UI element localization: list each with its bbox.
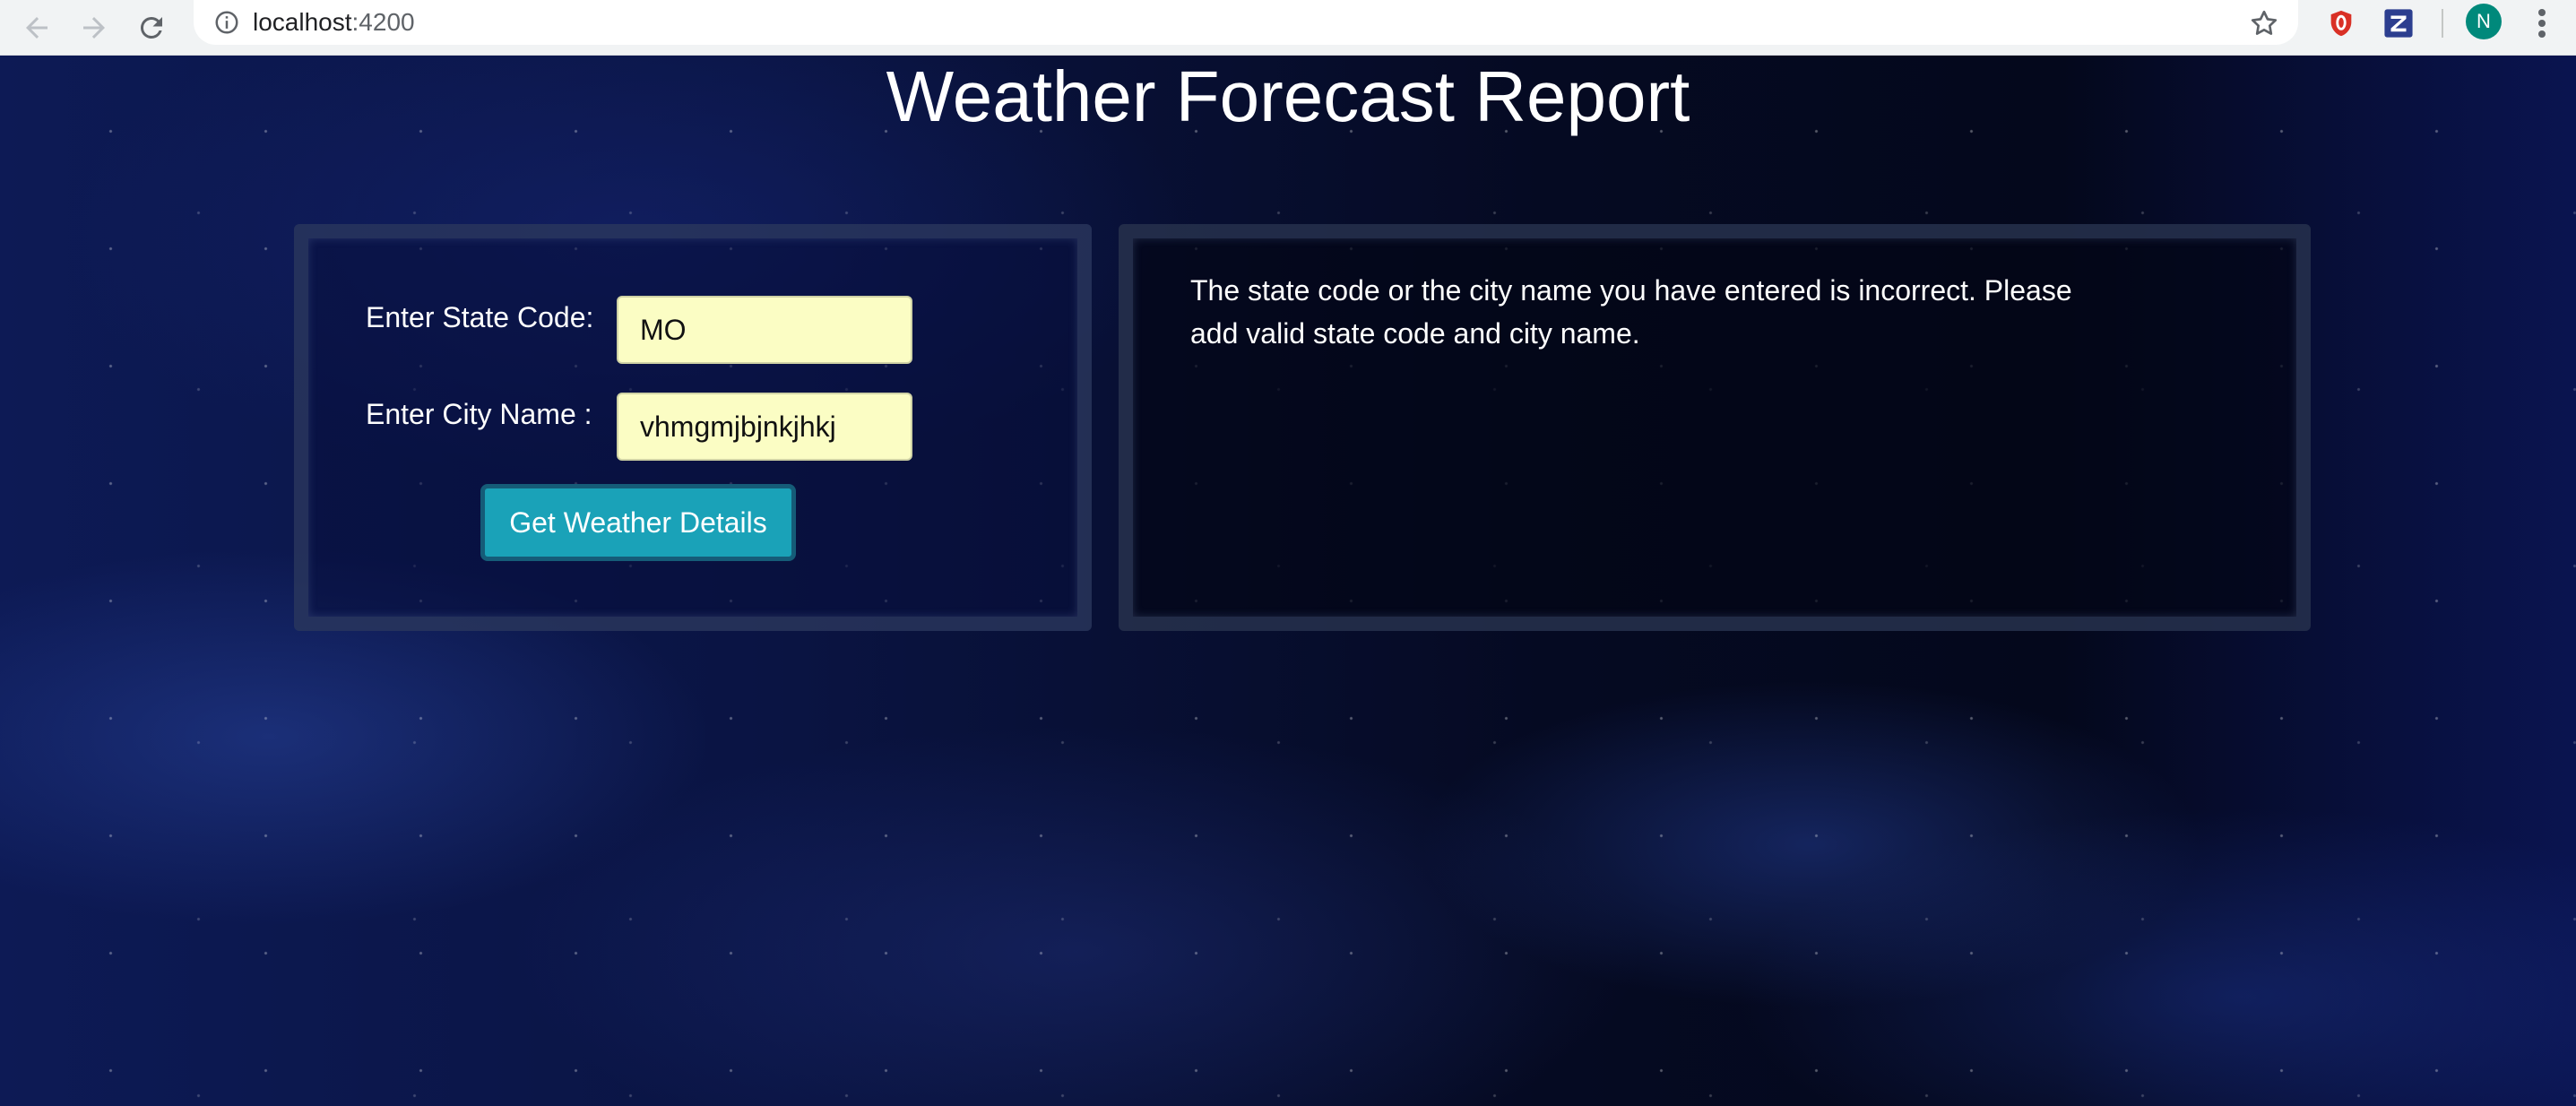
reload-icon [140,16,162,39]
page-title: Weather Forecast Report [886,56,1690,136]
zotero-z-icon[interactable] [2382,7,2415,39]
error-message: The state code or the city name you have… [1190,274,2072,350]
forward-arrow-icon [83,17,105,39]
reload-button[interactable] [129,5,174,50]
url-port: :4200 [351,8,415,36]
toolbar-separator [2442,9,2443,38]
city-name-input[interactable] [617,393,912,461]
address-bar[interactable]: localhost:4200 [194,0,2298,45]
opera-shield-icon[interactable] [2325,7,2357,39]
profile-avatar[interactable]: N [2466,4,2502,39]
page-background: Weather Forecast Report Enter State Code… [0,56,2576,1106]
browser-menu-icon[interactable] [2528,5,2556,41]
zotero-z-glyph [2384,9,2413,38]
site-info-icon[interactable] [213,9,240,36]
back-arrow-icon [26,17,48,39]
bookmark-star-icon[interactable] [2248,7,2280,39]
state-code-label: Enter State Code: [366,301,594,333]
state-code-input[interactable] [617,296,912,364]
back-button[interactable] [14,5,59,50]
url-text: localhost:4200 [253,5,415,39]
forward-button[interactable] [72,5,117,50]
get-weather-details-button[interactable]: Get Weather Details [480,484,796,561]
url-host: localhost [253,8,352,36]
opera-shield-glyph [2330,10,2352,37]
browser-toolbar: localhost:4200 N [0,0,2576,56]
city-name-label: Enter City Name : [366,398,592,430]
